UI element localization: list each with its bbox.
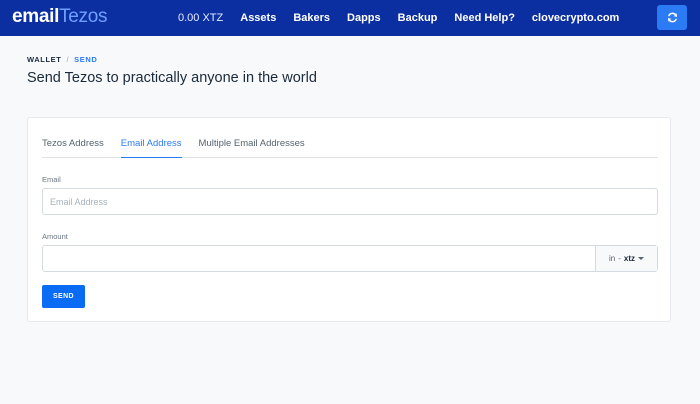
unit-dropdown[interactable]: in - xtz (595, 246, 657, 271)
send-form-card: Tezos Address Email Address Multiple Ema… (27, 117, 671, 322)
logo-text-tezos: Tezos (59, 6, 108, 27)
balance-display: 0.00 XTZ (178, 12, 224, 24)
amount-input[interactable] (43, 246, 595, 271)
logo[interactable]: emailTezos (12, 6, 108, 28)
nav-clovecrypto[interactable]: clovecrypto.com (532, 12, 619, 24)
amount-label: Amount (42, 232, 68, 241)
refresh-button[interactable] (657, 5, 687, 30)
refresh-icon (667, 12, 677, 23)
unit-prefix: in (608, 254, 616, 263)
tab-email-address[interactable]: Email Address (120, 138, 182, 158)
breadcrumb-wallet[interactable]: WALLET (27, 55, 61, 64)
page-title: Send Tezos to practically anyone in the … (27, 70, 317, 86)
tab-tezos-address[interactable]: Tezos Address (42, 138, 104, 158)
breadcrumb-separator: / (66, 55, 70, 64)
nav-assets[interactable]: Assets (240, 12, 276, 24)
unit-dash: - (618, 254, 621, 263)
email-input[interactable] (42, 188, 658, 215)
breadcrumb: WALLET / SEND (27, 55, 97, 64)
send-button[interactable]: SEND (42, 285, 85, 308)
unit-value: xtz (623, 254, 636, 263)
top-navbar: emailTezos 0.00 XTZ Assets Bakers Dapps … (0, 0, 700, 36)
main-nav: 0.00 XTZ Assets Bakers Dapps Backup Need… (178, 10, 636, 26)
nav-dapps[interactable]: Dapps (347, 12, 381, 24)
nav-need-help[interactable]: Need Help? (454, 12, 515, 24)
logo-text-email: email (12, 6, 60, 27)
recipient-tabs: Tezos Address Email Address Multiple Ema… (42, 118, 658, 158)
chevron-down-icon (638, 257, 645, 260)
nav-bakers[interactable]: Bakers (293, 12, 330, 24)
email-label: Email (42, 175, 61, 184)
tab-multiple-email-addresses[interactable]: Multiple Email Addresses (199, 138, 305, 158)
breadcrumb-send: SEND (74, 55, 98, 64)
nav-backup[interactable]: Backup (398, 12, 438, 24)
amount-input-group: in - xtz (42, 245, 658, 272)
